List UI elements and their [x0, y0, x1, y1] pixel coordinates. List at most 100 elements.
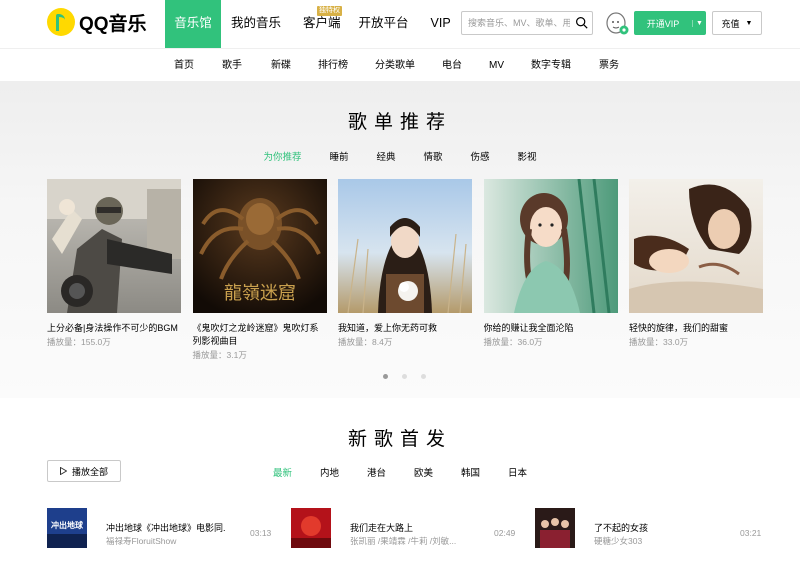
subnav-radio[interactable]: 电台 — [442, 49, 462, 81]
playlist-plays: 播放量：155.0万 — [47, 337, 111, 347]
cover-art-spider: 龍嶺迷窟 — [192, 179, 327, 313]
playlist-plays: 播放量：36.0万 — [483, 337, 543, 347]
cover-art-girl-braids — [483, 179, 618, 313]
tab-hk-tw[interactable]: 港台 — [367, 465, 386, 479]
nav-client[interactable]: 独特权 客户端 — [291, 0, 351, 48]
subnav-singers[interactable]: 歌手 — [222, 49, 242, 81]
new-songs-tabs: 最新 内地 港台 欧美 韩国 日本 — [0, 465, 800, 479]
new-songs-title: 新歌首发 — [347, 429, 452, 450]
cover-art-red — [291, 508, 331, 548]
subnav-digital-albums[interactable]: 数字专辑 — [531, 49, 571, 81]
song-duration: 03:13 — [250, 528, 272, 538]
user-avatar-icon[interactable] — [605, 11, 629, 35]
playlist-cover[interactable] — [338, 179, 472, 313]
cover-art-group — [535, 508, 575, 548]
playlist-plays: 播放量：3.1万 — [192, 350, 247, 360]
song-cover[interactable] — [535, 508, 575, 548]
playlist-cover[interactable] — [629, 179, 763, 313]
song-name[interactable]: 了不起的女孩 — [594, 521, 714, 534]
nav-vip[interactable]: VIP — [419, 0, 461, 48]
playlist-card[interactable]: 龍嶺迷窟 《鬼吹灯之龙岭迷窟》鬼吹灯系列影视曲目 播放量：3.1万 — [192, 179, 327, 361]
playlist-title[interactable]: 《鬼吹灯之龙岭迷窟》鬼吹灯系列影视曲目 — [193, 322, 327, 348]
playlist-cards: 上分必备|身法操作不可少的BGM 播放量：155.0万 龍嶺迷窟 《鬼吹灯之龙岭… — [47, 179, 775, 361]
tab-bedtime[interactable]: 睡前 — [329, 149, 348, 163]
song-name[interactable]: 冲出地球《冲出地球》电影同... — [106, 521, 226, 534]
song-cover[interactable]: 冲出地球 — [47, 508, 87, 548]
song-item[interactable]: 了不起的女孩 硬糖少女303 03:21 — [535, 508, 779, 548]
logo-text: QQ音乐 — [79, 13, 147, 35]
search-input[interactable] — [462, 12, 570, 34]
nav-my-music[interactable]: 我的音乐 — [221, 0, 291, 48]
new-songs-section: 新歌首发 播放全部 最新 内地 港台 欧美 韩国 日本 冲出地球 冲出地球《冲出… — [0, 398, 800, 563]
subnav-albums[interactable]: 新碟 — [271, 49, 291, 81]
open-vip-button[interactable]: 开通VIP ▼ — [634, 11, 706, 35]
sub-nav: 首页 歌手 新碟 排行榜 分类歌单 电台 MV 数字专辑 票务 — [0, 48, 800, 81]
cover-art-earth: 冲出地球 — [47, 508, 87, 548]
main-nav: 音乐馆 我的音乐 独特权 客户端 开放平台 VIP — [165, 0, 461, 48]
tab-korea[interactable]: 韩国 — [461, 465, 480, 479]
playlist-section: 歌单推荐 为你推荐 睡前 经典 情歌 伤感 影视 上分必备|身法操作不可少的BG… — [0, 81, 800, 398]
client-badge: 独特权 — [317, 6, 343, 16]
playlist-card[interactable]: 你给的赚让我全面沦陷 播放量：36.0万 — [483, 179, 618, 361]
song-name[interactable]: 我们走在大路上 — [350, 521, 470, 534]
tab-for-you[interactable]: 为你推荐 — [263, 149, 301, 163]
search-icon[interactable] — [575, 16, 588, 29]
carousel-dot[interactable] — [421, 374, 426, 379]
song-artist[interactable]: 张凯丽 /果靖霖 /牛莉 /刘敏... — [350, 535, 470, 547]
logo-icon — [47, 8, 75, 36]
song-list: 冲出地球 冲出地球《冲出地球》电影同... 福禄寿FloruitShow 03:… — [47, 508, 779, 548]
carousel-dot[interactable] — [383, 374, 388, 379]
tab-western[interactable]: 欧美 — [414, 465, 433, 479]
playlist-cover[interactable] — [483, 179, 618, 313]
song-duration: 03:21 — [740, 528, 762, 538]
playlist-card[interactable]: 我知道，爱上你无药可救 播放量：8.4万 — [338, 179, 472, 361]
song-cover[interactable] — [291, 508, 331, 548]
playlist-cover[interactable]: 龍嶺迷窟 — [192, 179, 327, 313]
cover-art-soldier — [47, 179, 181, 313]
carousel-dot[interactable] — [402, 374, 407, 379]
subnav-categories[interactable]: 分类歌单 — [375, 49, 415, 81]
tab-latest[interactable]: 最新 — [273, 465, 292, 479]
song-duration: 02:49 — [494, 528, 516, 538]
nav-open-platform[interactable]: 开放平台 — [351, 0, 419, 48]
playlist-plays: 播放量：8.4万 — [338, 337, 393, 347]
tab-classic[interactable]: 经典 — [376, 149, 395, 163]
cover-art-girl-flower — [338, 179, 472, 313]
subnav-charts[interactable]: 排行榜 — [318, 49, 348, 81]
charge-button[interactable]: 充值 ▼ — [712, 11, 762, 35]
cover-title-text: 冲出地球 — [51, 520, 84, 530]
playlist-title[interactable]: 上分必备|身法操作不可少的BGM — [47, 322, 181, 335]
nav-music-hall[interactable]: 音乐馆 — [165, 0, 221, 48]
playlist-card[interactable]: 上分必备|身法操作不可少的BGM 播放量：155.0万 — [47, 179, 181, 361]
cover-art-couple — [629, 179, 763, 313]
charge-label: 充值 — [721, 18, 740, 29]
playlist-title[interactable]: 你给的赚让我全面沦陷 — [484, 322, 618, 335]
logo[interactable]: QQ音乐 — [47, 8, 147, 36]
playlist-plays: 播放量：33.0万 — [629, 337, 689, 347]
song-item[interactable]: 我们走在大路上 张凯丽 /果靖霖 /牛莉 /刘敏... 02:49 — [291, 508, 535, 548]
carousel-dots — [383, 374, 440, 379]
tab-film[interactable]: 影视 — [518, 149, 537, 163]
tab-love-songs[interactable]: 情歌 — [424, 149, 443, 163]
playlist-card[interactable]: 轻快的旋律，我们的甜蜜 播放量：33.0万 — [629, 179, 763, 361]
nav-client-label: 客户端 — [303, 16, 341, 30]
tab-japan[interactable]: 日本 — [508, 465, 527, 479]
tab-sad[interactable]: 伤感 — [471, 149, 490, 163]
subnav-mv[interactable]: MV — [489, 49, 504, 81]
song-item[interactable]: 冲出地球 冲出地球《冲出地球》电影同... 福禄寿FloruitShow 03:… — [47, 508, 291, 548]
song-artist[interactable]: 硬糖少女303 — [594, 535, 714, 547]
playlist-tabs: 为你推荐 睡前 经典 情歌 伤感 影视 — [0, 149, 800, 163]
playlist-cover[interactable] — [47, 179, 181, 313]
top-header: QQ音乐 音乐馆 我的音乐 独特权 客户端 开放平台 VIP 开通VIP ▼ 充… — [0, 0, 800, 48]
playlist-section-title: 歌单推荐 — [347, 112, 452, 133]
subnav-home[interactable]: 首页 — [174, 49, 194, 81]
open-vip-label: 开通VIP — [646, 18, 680, 29]
song-artist[interactable]: 福禄寿FloruitShow — [106, 535, 226, 547]
cover-calligraphy: 龍嶺迷窟 — [224, 283, 296, 304]
chevron-down-icon: ▼ — [745, 19, 753, 27]
tab-mainland[interactable]: 内地 — [320, 465, 339, 479]
vip-dropdown-icon[interactable]: ▼ — [692, 19, 706, 27]
playlist-title[interactable]: 我知道，爱上你无药可救 — [338, 322, 472, 335]
subnav-tickets[interactable]: 票务 — [599, 49, 619, 81]
playlist-title[interactable]: 轻快的旋律，我们的甜蜜 — [629, 322, 763, 335]
